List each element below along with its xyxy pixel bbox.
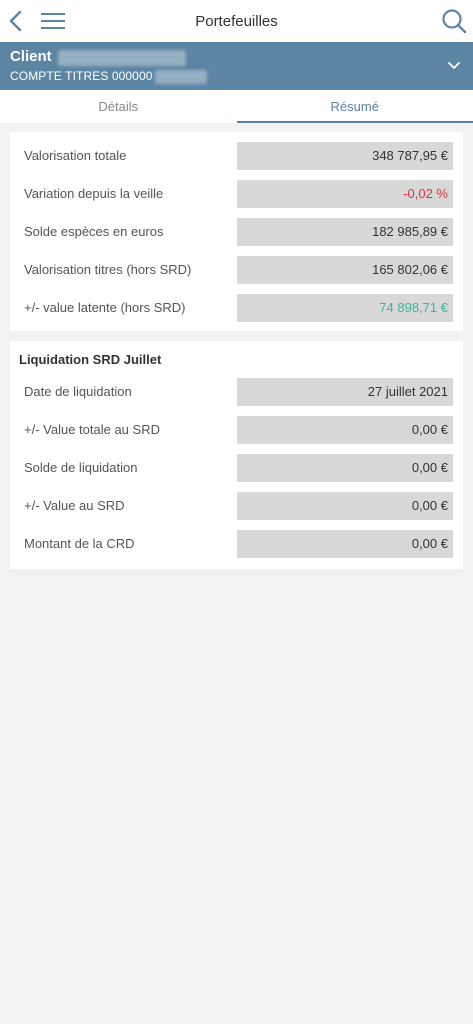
summary-row-valorisation-totale: Valorisation totale 348 787,95 €: [10, 142, 463, 170]
row-label: Solde de liquidation: [24, 460, 138, 475]
account-selector[interactable]: Client COMPTE TITRES 000000: [0, 42, 473, 90]
row-label: +/- Value totale au SRD: [24, 422, 160, 437]
summary-row-solde-especes: Solde espèces en euros 182 985,89 €: [10, 218, 463, 246]
back-icon[interactable]: [6, 9, 26, 33]
row-value: 74 898,71 €: [237, 294, 453, 322]
chevron-down-icon[interactable]: [447, 59, 461, 73]
row-value: 0,00 €: [237, 416, 453, 444]
menu-icon[interactable]: [40, 12, 66, 30]
row-value: 348 787,95 €: [237, 142, 453, 170]
liquidation-row-value-srd: +/- Value au SRD 0,00 €: [10, 492, 463, 520]
liquidation-row-montant-crd: Montant de la CRD 0,00 €: [10, 530, 463, 558]
summary-row-plus-value-latente: +/- value latente (hors SRD) 74 898,71 €: [10, 294, 463, 322]
search-icon[interactable]: [441, 8, 467, 34]
account-number-redacted: [155, 70, 207, 84]
row-value: -0,02 %: [237, 180, 453, 208]
row-value: 182 985,89 €: [237, 218, 453, 246]
row-label: Montant de la CRD: [24, 536, 135, 551]
row-value: 0,00 €: [237, 492, 453, 520]
row-label: Valorisation titres (hors SRD): [24, 262, 192, 277]
row-label: Date de liquidation: [24, 384, 132, 399]
section-title: Liquidation SRD Juillet: [19, 352, 162, 367]
page-title: Portefeuilles: [195, 12, 278, 30]
tab-details[interactable]: Détails: [0, 90, 237, 123]
row-label: +/- Value au SRD: [24, 498, 125, 513]
row-label: Solde espèces en euros: [24, 224, 164, 239]
row-value: 0,00 €: [237, 454, 453, 482]
liquidation-row-value-totale: +/- Value totale au SRD 0,00 €: [10, 416, 463, 444]
top-bar: Portefeuilles: [0, 0, 473, 42]
client-id-redacted: [58, 50, 186, 66]
summary-card: Valorisation totale 348 787,95 € Variati…: [10, 132, 463, 331]
liquidation-row-date: Date de liquidation 27 juillet 2021: [10, 378, 463, 406]
row-value: 165 802,06 €: [237, 256, 453, 284]
row-label: Valorisation totale: [24, 148, 127, 163]
row-label: Variation depuis la veille: [24, 186, 164, 201]
row-value: 27 juillet 2021: [237, 378, 453, 406]
liquidation-row-solde: Solde de liquidation 0,00 €: [10, 454, 463, 482]
row-value: 0,00 €: [237, 530, 453, 558]
summary-row-valorisation-titres: Valorisation titres (hors SRD) 165 802,0…: [10, 256, 463, 284]
tab-bar: Détails Résumé: [0, 90, 473, 123]
account-number: COMPTE TITRES 000000: [10, 69, 153, 83]
client-label: Client: [10, 48, 52, 65]
tab-resume[interactable]: Résumé: [236, 90, 473, 123]
summary-row-variation: Variation depuis la veille -0,02 %: [10, 180, 463, 208]
row-label: +/- value latente (hors SRD): [24, 300, 186, 315]
liquidation-card: Liquidation SRD Juillet Date de liquidat…: [10, 341, 463, 569]
